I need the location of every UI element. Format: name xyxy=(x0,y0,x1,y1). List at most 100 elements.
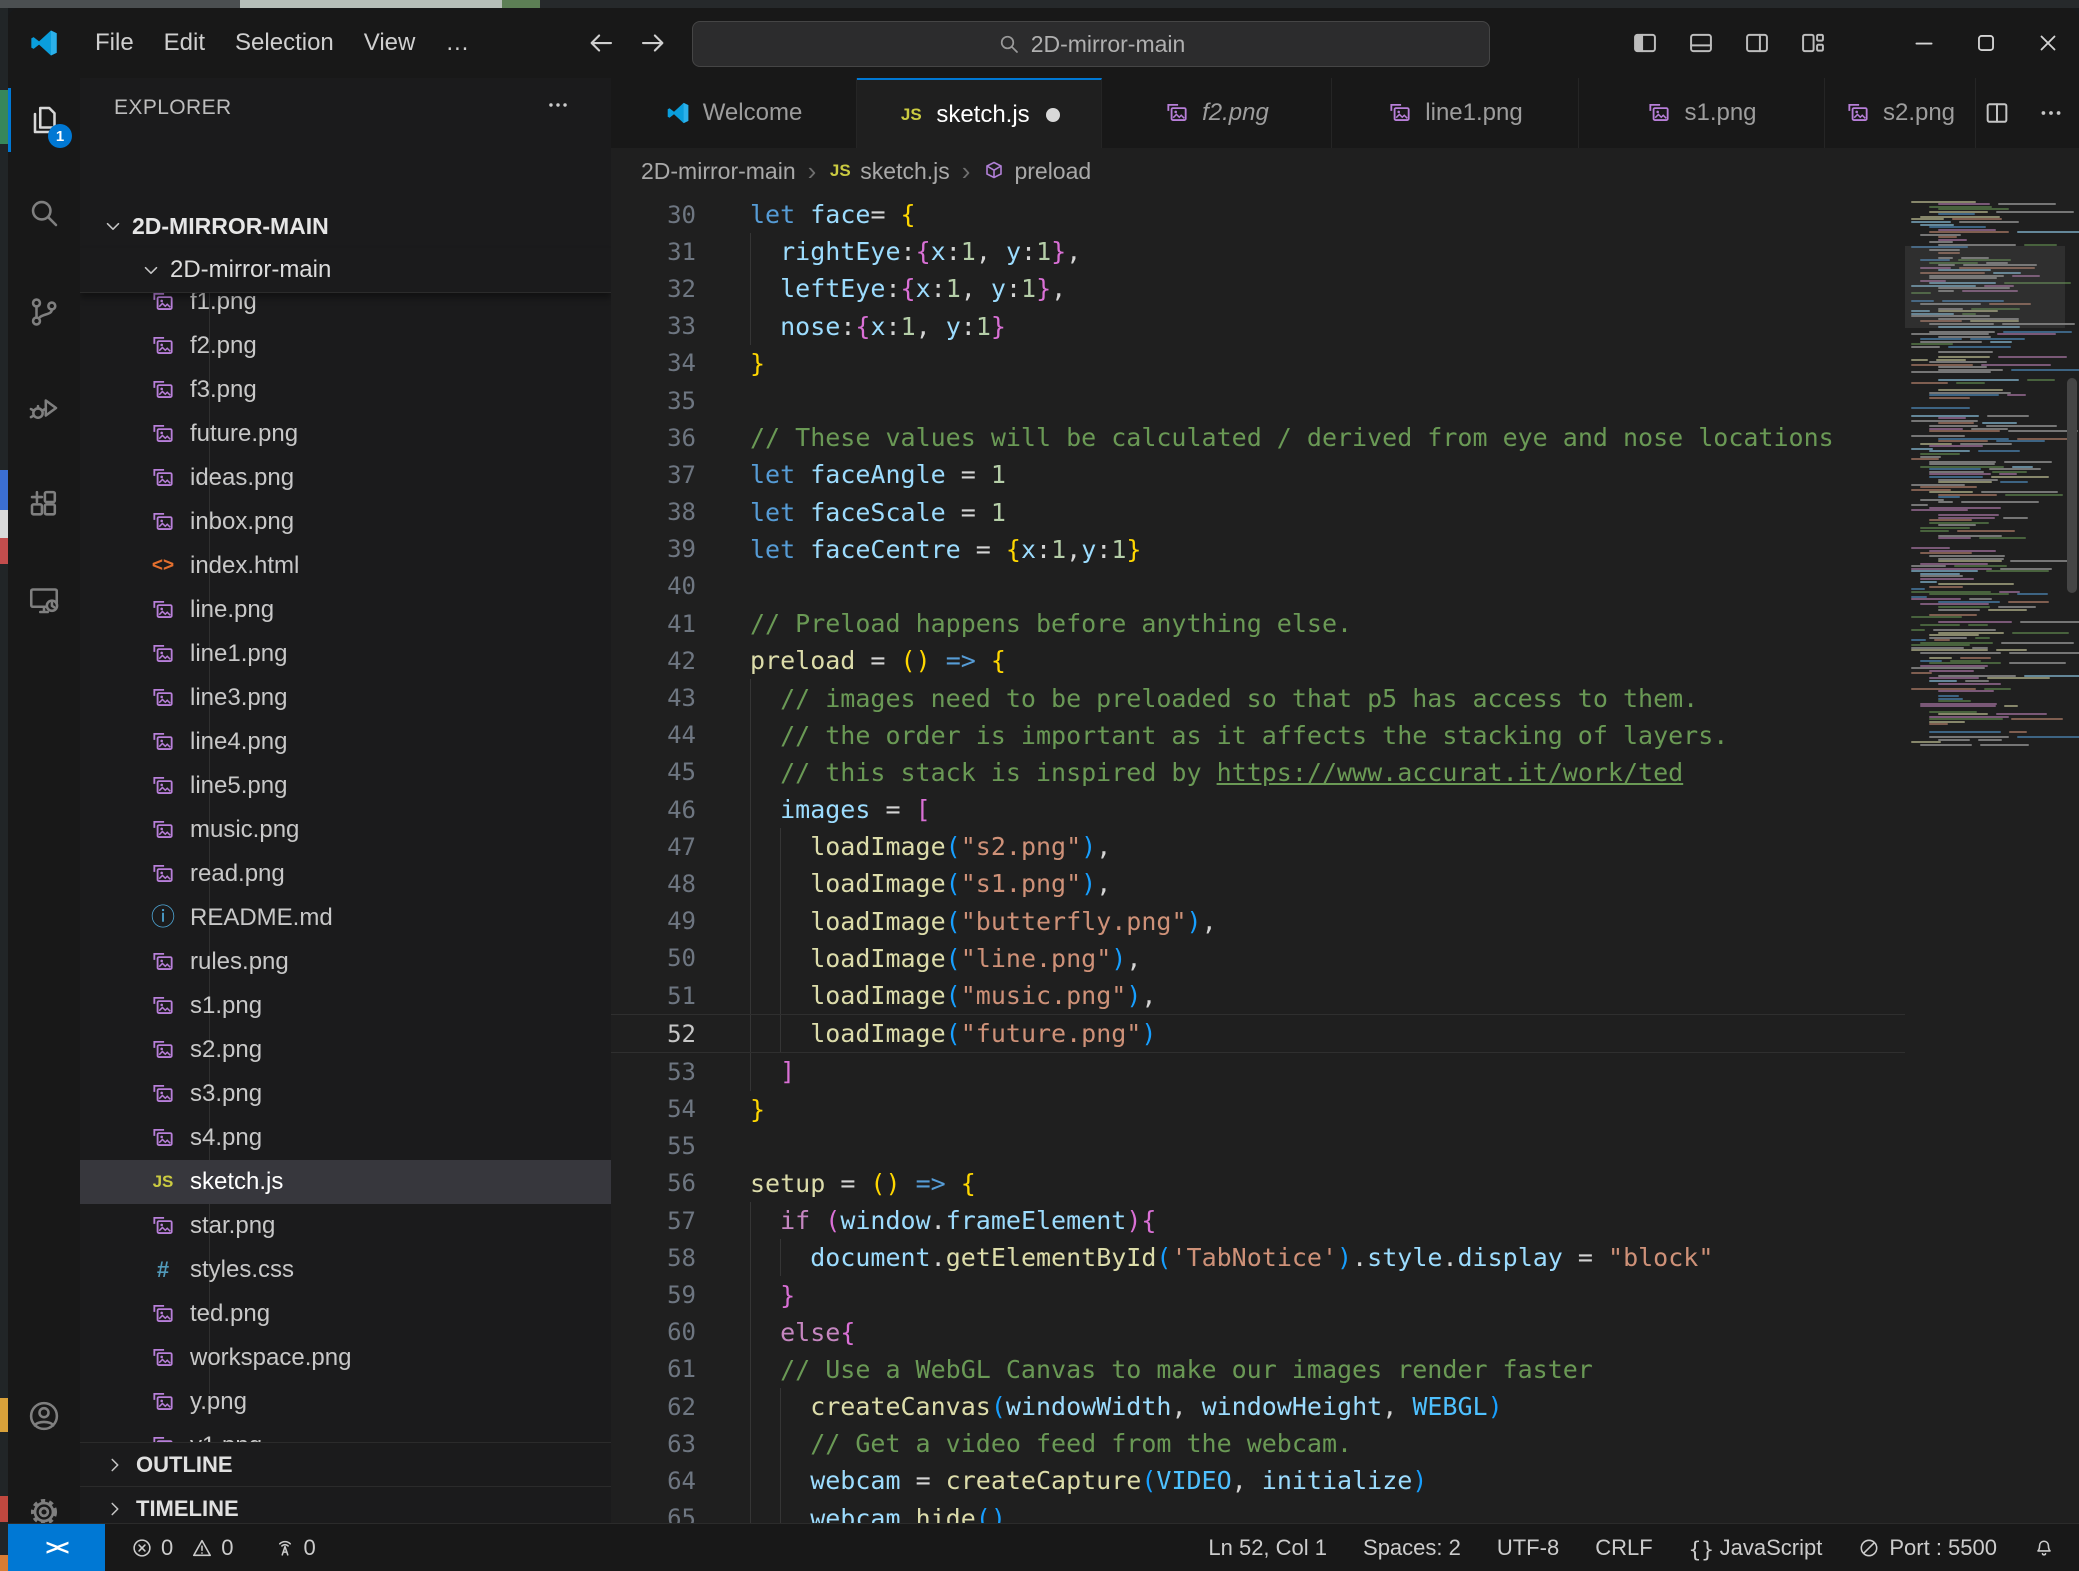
code-line-37[interactable]: 37let faceAngle = 1 xyxy=(611,456,1905,493)
code-line-30[interactable]: 30let face= { xyxy=(611,196,1905,233)
code-line-39[interactable]: 39let faceCentre = {x:1,y:1} xyxy=(611,531,1905,568)
activity-remote-explorer-button[interactable] xyxy=(8,564,80,636)
file-future.png[interactable]: future.png xyxy=(80,412,611,456)
command-center-search[interactable]: 2D-mirror-main xyxy=(692,21,1490,67)
activity-run-debug-button[interactable] xyxy=(8,372,80,444)
code-line-50[interactable]: 50loadImage("line.png"), xyxy=(611,940,1905,977)
tab-s1.png[interactable]: s1.png xyxy=(1579,78,1825,148)
editor-scrollbar[interactable] xyxy=(2067,378,2077,593)
tab-line1.png[interactable]: line1.png xyxy=(1332,78,1579,148)
code-line-44[interactable]: 44// the order is important as it affect… xyxy=(611,717,1905,754)
code-line-43[interactable]: 43// images need to be preloaded so that… xyxy=(611,679,1905,716)
code-line-55[interactable]: 55 xyxy=(611,1128,1905,1165)
menu-selection[interactable]: Selection xyxy=(220,23,349,63)
navigate-forward-icon[interactable] xyxy=(638,28,668,58)
timeline-section[interactable]: TIMELINE xyxy=(80,1486,611,1524)
menu-view[interactable]: View xyxy=(349,23,431,63)
file-ted.png[interactable]: ted.png xyxy=(80,1292,611,1336)
status-spaces-2[interactable]: Spaces: 2 xyxy=(1363,1535,1461,1561)
file-line1.png[interactable]: line1.png xyxy=(80,632,611,676)
breadcrumb-item-sketch.js[interactable]: JSsketch.js xyxy=(828,158,949,185)
code-line-63[interactable]: 63// Get a video feed from the webcam. xyxy=(611,1425,1905,1462)
code-line-60[interactable]: 60else{ xyxy=(611,1314,1905,1351)
file-rules.png[interactable]: rules.png xyxy=(80,940,611,984)
file-music.png[interactable]: music.png xyxy=(80,808,611,852)
file-read.png[interactable]: read.png xyxy=(80,852,611,896)
tab-sketch.js[interactable]: JSsketch.js xyxy=(857,78,1102,150)
code-line-31[interactable]: 31rightEye:{x:1, y:1}, xyxy=(611,233,1905,270)
status-ln-52-col-1[interactable]: Ln 52, Col 1 xyxy=(1208,1535,1327,1561)
code-line-56[interactable]: 56setup = () => { xyxy=(611,1165,1905,1202)
code-line-64[interactable]: 64webcam = createCapture(VIDEO, initiali… xyxy=(611,1462,1905,1499)
toggle-panel-icon[interactable] xyxy=(1687,29,1715,57)
code-line-58[interactable]: 58document.getElementById('TabNotice').s… xyxy=(611,1239,1905,1276)
file-line5.png[interactable]: line5.png xyxy=(80,764,611,808)
code-line-32[interactable]: 32leftEye:{x:1, y:1}, xyxy=(611,270,1905,307)
code-line-33[interactable]: 33nose:{x:1, y:1} xyxy=(611,308,1905,345)
file-styles.css[interactable]: #styles.css xyxy=(80,1248,611,1292)
menu-dots[interactable]: … xyxy=(430,23,484,63)
tab-s2.png[interactable]: s2.png xyxy=(1825,78,1976,148)
account-button[interactable] xyxy=(8,1380,80,1452)
activity-source-control-button[interactable] xyxy=(8,276,80,348)
code-line-36[interactable]: 36// These values will be calculated / d… xyxy=(611,419,1905,456)
file-ideas.png[interactable]: ideas.png xyxy=(80,456,611,500)
file-line4.png[interactable]: line4.png xyxy=(80,720,611,764)
code-line-61[interactable]: 61// Use a WebGL Canvas to make our imag… xyxy=(611,1351,1905,1388)
code-line-48[interactable]: 48loadImage("s1.png"), xyxy=(611,865,1905,902)
breadcrumb-item-2D-mirror-main[interactable]: 2D-mirror-main xyxy=(641,158,796,185)
activity-search-button[interactable] xyxy=(8,177,80,249)
customize-layout-icon[interactable] xyxy=(1799,29,1827,57)
status-port-5500[interactable]: Port : 5500 xyxy=(1858,1535,1997,1561)
ports-status[interactable]: 0 xyxy=(274,1535,316,1561)
code-line-59[interactable]: 59} xyxy=(611,1276,1905,1313)
status-utf-8[interactable]: UTF-8 xyxy=(1497,1535,1559,1561)
code-line-47[interactable]: 47loadImage("s2.png"), xyxy=(611,828,1905,865)
status-bell[interactable] xyxy=(2033,1537,2055,1559)
code-line-41[interactable]: 41// Preload happens before anything els… xyxy=(611,605,1905,642)
code-line-35[interactable]: 35 xyxy=(611,382,1905,419)
code-line-38[interactable]: 38let faceScale = 1 xyxy=(611,494,1905,531)
split-editor-icon[interactable] xyxy=(1983,99,2011,127)
file-line3.png[interactable]: line3.png xyxy=(80,676,611,720)
code-line-62[interactable]: 62createCanvas(windowWidth, windowHeight… xyxy=(611,1388,1905,1425)
subfolder-row[interactable]: 2D-mirror-main xyxy=(80,248,611,293)
file-star.png[interactable]: star.png xyxy=(80,1204,611,1248)
explorer-more-actions-icon[interactable] xyxy=(545,92,571,118)
file-index.html[interactable]: <>index.html xyxy=(80,544,611,588)
code-line-65[interactable]: 65webcam.hide() xyxy=(611,1500,1905,1524)
workspace-folder-row[interactable]: 2D-MIRROR-MAIN xyxy=(80,204,611,248)
code-line-42[interactable]: 42preload = () => { xyxy=(611,642,1905,679)
file-s2.png[interactable]: s2.png xyxy=(80,1028,611,1072)
toggle-sidebar-icon[interactable] xyxy=(1631,29,1659,57)
code-editor[interactable]: 30let face= {31rightEye:{x:1, y:1},32lef… xyxy=(611,194,1905,1524)
menu-edit[interactable]: Edit xyxy=(149,23,220,63)
tab-f2.png[interactable]: f2.png xyxy=(1102,78,1332,148)
code-line-34[interactable]: 34} xyxy=(611,345,1905,382)
code-line-51[interactable]: 51loadImage("music.png"), xyxy=(611,977,1905,1014)
activity-extensions-button[interactable] xyxy=(8,469,80,541)
minimap[interactable] xyxy=(1905,194,2065,1524)
status-javascript[interactable]: {}JavaScript xyxy=(1689,1535,1823,1561)
maximize-button[interactable] xyxy=(1955,8,2017,78)
minimap-viewport[interactable] xyxy=(1905,246,2065,328)
code-line-52[interactable]: 52loadImage("future.png") xyxy=(611,1014,1905,1053)
code-line-46[interactable]: 46images = [ xyxy=(611,791,1905,828)
navigate-back-icon[interactable] xyxy=(586,28,616,58)
activity-explorer-button[interactable]: 1 xyxy=(8,84,80,156)
code-line-53[interactable]: 53] xyxy=(611,1053,1905,1090)
file-README.md[interactable]: ⓘREADME.md xyxy=(80,896,611,940)
editor-more-actions-icon[interactable] xyxy=(2037,99,2065,127)
file-line.png[interactable]: line.png xyxy=(80,588,611,632)
code-line-57[interactable]: 57if (window.frameElement){ xyxy=(611,1202,1905,1239)
file-y.png[interactable]: y.png xyxy=(80,1380,611,1424)
menu-file[interactable]: File xyxy=(80,23,149,63)
outline-section[interactable]: OUTLINE xyxy=(80,1442,611,1487)
breadcrumb-item-preload[interactable]: preload xyxy=(982,158,1091,185)
file-inbox.png[interactable]: inbox.png xyxy=(80,500,611,544)
minimize-button[interactable] xyxy=(1893,8,1955,78)
file-f3.png[interactable]: f3.png xyxy=(80,368,611,412)
code-line-54[interactable]: 54} xyxy=(611,1091,1905,1128)
file-workspace.png[interactable]: workspace.png xyxy=(80,1336,611,1380)
toggle-secondary-sidebar-icon[interactable] xyxy=(1743,29,1771,57)
